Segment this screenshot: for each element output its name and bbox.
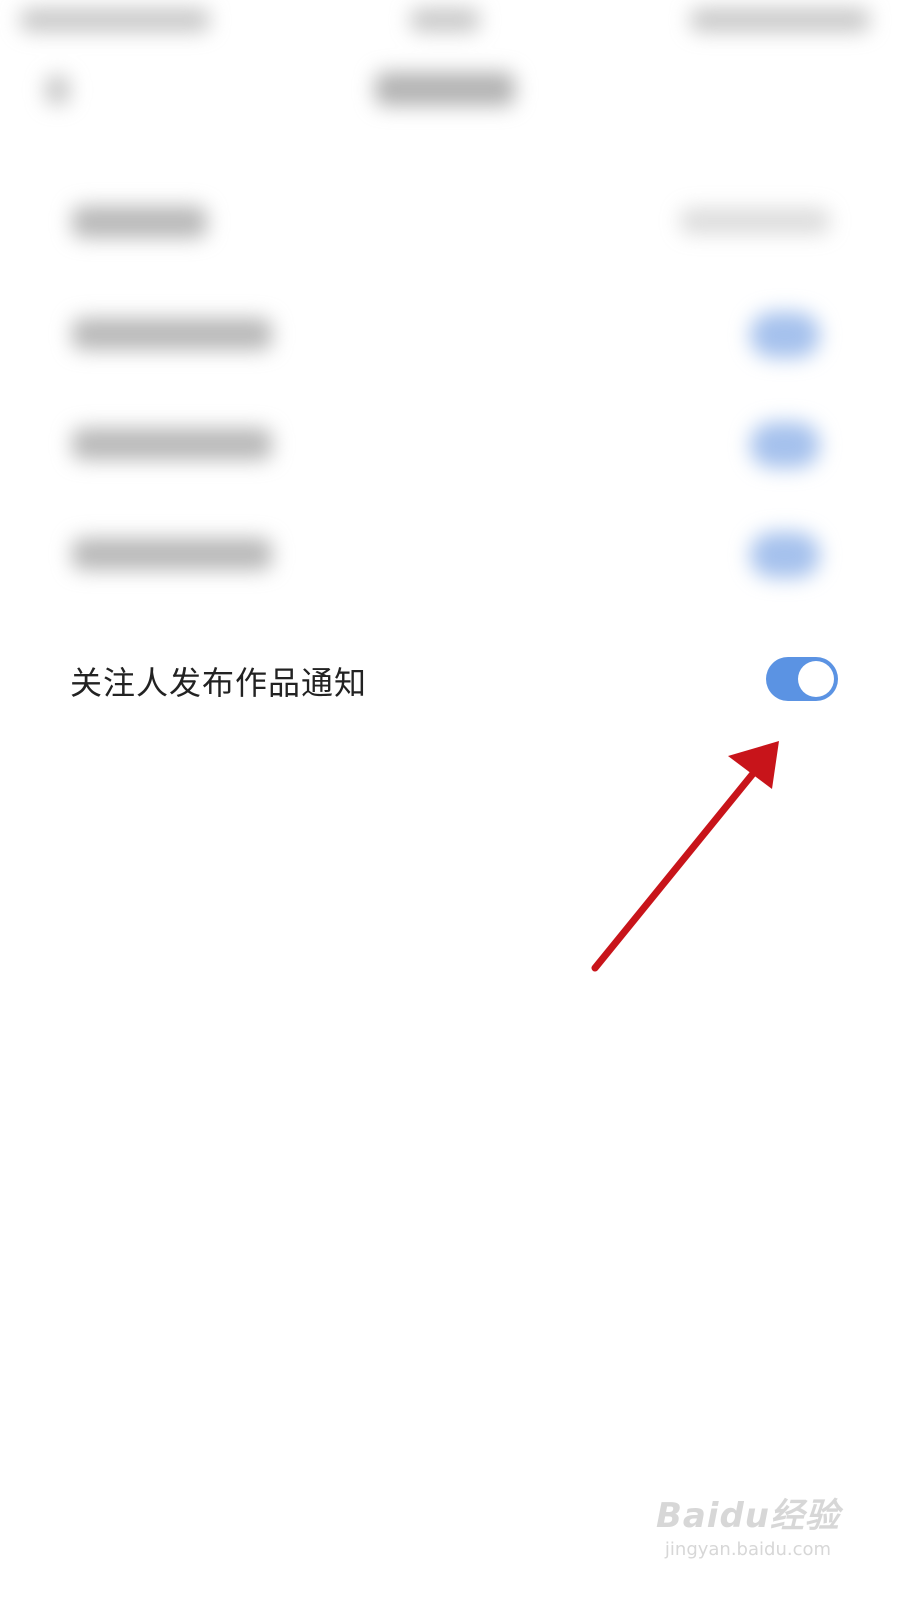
setting-row-3-toggle-blur [750, 422, 820, 468]
blurred-settings-background [0, 0, 900, 640]
status-bar-right-blur [690, 8, 870, 32]
follow-post-notification-row: 关注人发布作品通知 [0, 640, 900, 720]
setting-row-4-toggle-blur [750, 532, 820, 578]
status-bar-center-blur [410, 8, 480, 32]
setting-row-2-toggle-blur [750, 312, 820, 358]
setting-row-4-label-blur [72, 538, 272, 570]
baidu-jingyan-watermark: Baidu经验 jingyan.baidu.com [656, 1488, 840, 1560]
setting-row-1-label-blur [72, 206, 207, 238]
status-bar-left-blur [20, 8, 210, 32]
setting-row-2-label-blur [72, 318, 272, 350]
follow-post-notification-toggle[interactable] [766, 657, 838, 701]
follow-post-notification-label: 关注人发布作品通知 [70, 664, 368, 702]
toggle-knob [798, 661, 834, 697]
watermark-url: jingyan.baidu.com [664, 1539, 832, 1560]
setting-row-3-label-blur [72, 428, 272, 460]
watermark-logo: Baidu经验 [655, 1496, 840, 1536]
annotation-arrowhead [728, 741, 779, 789]
back-icon-blur [45, 75, 70, 105]
annotation-arrow-shaft [591, 761, 764, 972]
page-title-blur [375, 72, 515, 106]
setting-row-1-value-blur [680, 208, 830, 234]
